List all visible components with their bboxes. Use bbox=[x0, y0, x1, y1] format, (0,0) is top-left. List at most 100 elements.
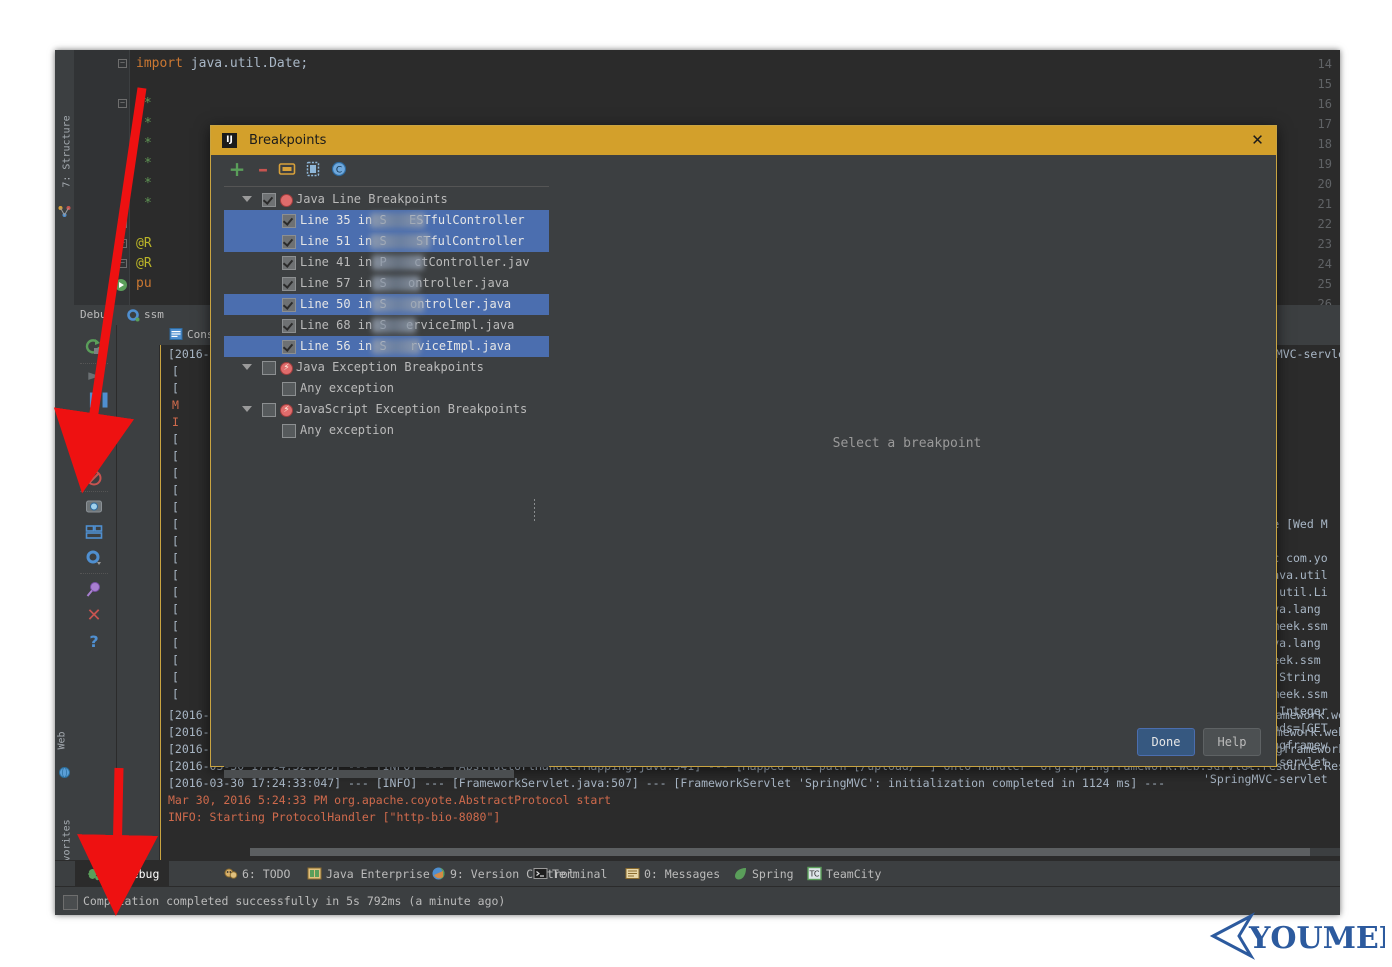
line-number: 22 bbox=[1318, 214, 1332, 234]
group-checkbox[interactable] bbox=[262, 361, 276, 375]
tab-java-enterprise[interactable]: Java Enterprise bbox=[307, 861, 430, 887]
console-horizontal-scrollbar[interactable] bbox=[250, 848, 1340, 856]
breakpoint-checkbox[interactable] bbox=[282, 235, 296, 249]
done-button[interactable]: Done bbox=[1137, 728, 1195, 756]
tree-group-java-exception-breakpoints[interactable]: ⚡ Java Exception Breakpoints bbox=[224, 357, 549, 378]
help-button[interactable]: Help bbox=[1203, 728, 1261, 756]
tab-messages[interactable]: 0: Messages bbox=[625, 861, 720, 887]
settings-gear-icon[interactable] bbox=[85, 549, 101, 565]
fold-marker-icon[interactable]: ─ bbox=[118, 59, 127, 68]
detail-placeholder: Select a breakpoint bbox=[551, 436, 1263, 451]
watermark-text: YOUMEEK bbox=[1248, 921, 1385, 956]
tree-horizontal-scrollbar[interactable] bbox=[224, 770, 514, 778]
console-actions-toolbar: ⬆ ⬇ bbox=[117, 345, 160, 860]
line-number: 23 bbox=[1318, 234, 1332, 254]
breakpoint-checkbox[interactable] bbox=[282, 277, 296, 291]
tab-java-enterprise-label: Java Enterprise bbox=[326, 867, 430, 881]
sidebar-item-structure[interactable]: 7: Structure bbox=[62, 112, 73, 192]
tree-item-breakpoint[interactable]: Line 50 in S ontroller.java bbox=[224, 294, 549, 315]
any-exception-checkbox[interactable] bbox=[282, 382, 296, 396]
terminal-icon bbox=[533, 864, 548, 879]
view-breakpoints-icon[interactable] bbox=[85, 443, 101, 459]
line-number: 20 bbox=[1318, 174, 1332, 194]
stop-icon[interactable]: ■ bbox=[86, 415, 102, 431]
breakpoint-label-suffix: rviceImpl.java bbox=[410, 336, 511, 357]
tree-item-any-exception[interactable]: Any exception bbox=[224, 420, 549, 441]
any-exception-checkbox[interactable] bbox=[282, 424, 296, 438]
tree-item-breakpoint[interactable]: Line 57 in S ontroller.java bbox=[224, 273, 549, 294]
group-by-class-button[interactable]: C bbox=[330, 160, 348, 178]
resume-program-icon[interactable]: ► bbox=[86, 367, 102, 383]
fold-marker-icon[interactable]: ─ bbox=[118, 219, 127, 228]
teamcity-icon: TC bbox=[807, 864, 822, 879]
code-line: import java.util.Date; bbox=[136, 54, 308, 74]
code-line: * bbox=[144, 114, 152, 134]
tree-item-breakpoint[interactable]: Line 51 in S STfulController bbox=[224, 231, 549, 252]
spring-leaf-icon bbox=[733, 864, 748, 879]
pin-tab-icon[interactable] bbox=[85, 581, 101, 597]
tree-group-javascript-exception-breakpoints[interactable]: ⚡ JavaScript Exception Breakpoints bbox=[224, 399, 549, 420]
fold-marker-icon[interactable]: ─ bbox=[118, 259, 127, 268]
chevron-down-icon[interactable] bbox=[242, 364, 252, 370]
group-by-folder-button[interactable] bbox=[278, 160, 296, 178]
rerun-icon[interactable] bbox=[84, 337, 102, 355]
version-control-icon bbox=[431, 864, 446, 879]
breakpoint-label-suffix: ctController.jav bbox=[414, 252, 530, 273]
code-line: * bbox=[144, 174, 152, 194]
pause-program-icon[interactable]: ❚❚ bbox=[86, 391, 102, 407]
group-checkbox[interactable] bbox=[262, 403, 276, 417]
tab-terminal[interactable]: Terminal bbox=[533, 861, 607, 887]
tree-item-breakpoint[interactable]: Line 35 in S ESTfulController bbox=[224, 210, 549, 231]
camera-settings-icon[interactable] bbox=[85, 497, 101, 513]
group-checkbox[interactable] bbox=[262, 193, 276, 207]
tab-terminal-label: Terminal bbox=[552, 867, 607, 881]
tree-item-breakpoint[interactable]: Line 68 in S erviceImpl.java bbox=[224, 315, 549, 336]
tree-item-breakpoint[interactable]: Line 56 in S rviceImpl.java bbox=[224, 336, 549, 357]
close-icon[interactable]: ✕ bbox=[86, 607, 102, 623]
breakpoint-checkbox[interactable] bbox=[282, 298, 296, 312]
tree-item-breakpoint[interactable]: Line 41 in P ctController.jav bbox=[224, 252, 549, 273]
debug-tab-label[interactable]: Debug bbox=[80, 305, 113, 325]
exception-icon: ⚡ bbox=[280, 404, 293, 417]
messages-icon bbox=[625, 864, 640, 879]
fold-marker-icon[interactable]: ─ bbox=[118, 239, 127, 248]
chevron-down-icon[interactable] bbox=[242, 196, 252, 202]
redacted-region bbox=[372, 318, 416, 333]
breakpoints-tree[interactable]: Java Line Breakpoints Line 35 in S ESTfu… bbox=[224, 186, 549, 767]
tab-spring[interactable]: Spring bbox=[733, 861, 794, 887]
code-line: * bbox=[144, 134, 152, 154]
status-indicator-icon[interactable] bbox=[63, 895, 78, 910]
breakpoint-checkbox[interactable] bbox=[282, 256, 296, 270]
dialog-title-bar: IJ Breakpoints ✕ bbox=[211, 126, 1276, 155]
breakpoint-checkbox[interactable] bbox=[282, 214, 296, 228]
splitter-handle[interactable] bbox=[533, 498, 537, 522]
redacted-region bbox=[372, 276, 420, 291]
add-breakpoint-button[interactable]: + bbox=[228, 160, 246, 178]
fold-marker-icon[interactable]: ─ bbox=[118, 99, 127, 108]
run-class-gutter-icon[interactable] bbox=[114, 278, 128, 292]
structure-icon bbox=[58, 205, 71, 218]
sidebar-item-web[interactable]: Web bbox=[57, 701, 68, 781]
tab-todo[interactable]: 6: TODO bbox=[223, 861, 290, 887]
tab-debug[interactable]: 5: Debug bbox=[75, 861, 169, 887]
tab-teamcity[interactable]: TC TeamCity bbox=[807, 861, 881, 887]
gear-icon[interactable] bbox=[126, 308, 140, 322]
group-by-file-button[interactable] bbox=[304, 160, 322, 178]
line-number: 21 bbox=[1318, 194, 1332, 214]
chevron-down-icon[interactable] bbox=[242, 406, 252, 412]
remove-breakpoint-button[interactable]: – bbox=[254, 160, 272, 178]
code-line: * bbox=[144, 194, 152, 214]
tree-item-any-exception[interactable]: Any exception bbox=[224, 378, 549, 399]
breakpoint-checkbox[interactable] bbox=[282, 340, 296, 354]
tree-group-java-line-breakpoints[interactable]: Java Line Breakpoints bbox=[224, 189, 549, 210]
mute-breakpoints-icon[interactable] bbox=[85, 469, 101, 485]
redacted-region bbox=[372, 297, 424, 312]
close-icon[interactable]: ✕ bbox=[1249, 132, 1266, 149]
debug-config-name[interactable]: ssm bbox=[144, 305, 164, 325]
layout-settings-icon[interactable] bbox=[85, 523, 101, 539]
breakpoint-checkbox[interactable] bbox=[282, 319, 296, 333]
watermark-logo: YOUMEEK bbox=[1205, 912, 1385, 960]
breakpoints-dialog[interactable]: IJ Breakpoints ✕ + – bbox=[210, 125, 1277, 767]
help-icon[interactable]: ? bbox=[86, 633, 102, 649]
code-line: /* bbox=[136, 94, 152, 114]
